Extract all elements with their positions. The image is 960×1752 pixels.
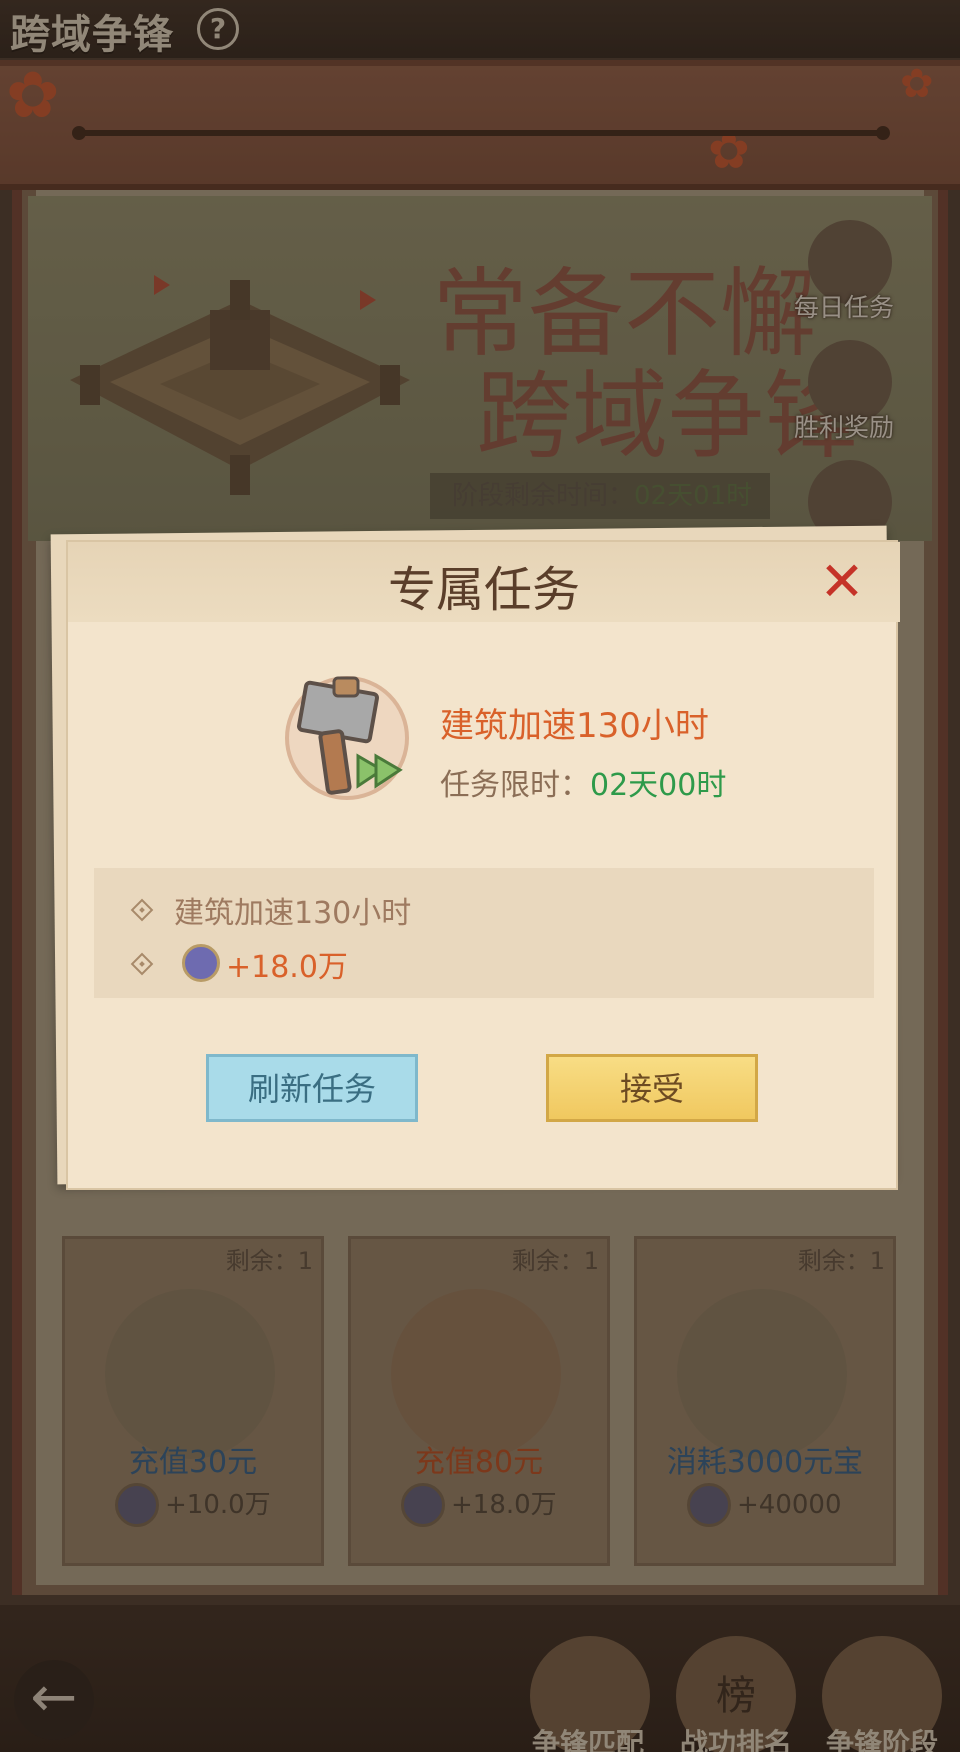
task-name: 建筑加速130小时 <box>440 706 709 746</box>
exclusive-task-dialog: 专属任务 ✕ 建筑加速130小时 任务限时：02天00时 建筑加速130小时 +… <box>50 525 900 1190</box>
time-value: 02天00时 <box>590 768 727 803</box>
reward-item: +18.0万 <box>226 950 348 985</box>
dialog-title: 专属任务 <box>387 562 580 618</box>
accept-button[interactable]: 接受 <box>546 1054 758 1122</box>
coin-icon <box>182 944 220 982</box>
task-time-limit: 任务限时：02天00时 <box>440 760 726 804</box>
dialog-sheet: 专属任务 ✕ 建筑加速130小时 任务限时：02天00时 建筑加速130小时 +… <box>66 540 900 1190</box>
time-label: 任务限时： <box>440 768 590 803</box>
reward-item: 建筑加速130小时 <box>174 896 412 931</box>
hammer-speedup-icon <box>285 676 409 800</box>
close-icon[interactable]: ✕ <box>816 555 868 609</box>
refresh-task-button[interactable]: 刷新任务 <box>206 1054 418 1122</box>
